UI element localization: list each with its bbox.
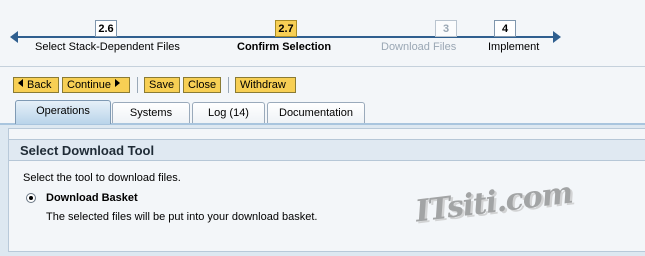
tab-documentation[interactable]: Documentation [267, 102, 365, 124]
tab-strip: Operations Systems Log (14) Documentatio… [0, 100, 645, 124]
download-basket-radio[interactable] [26, 193, 36, 203]
back-button[interactable]: Back [13, 77, 59, 93]
toolbar-separator [228, 77, 229, 93]
roadmap-step-label-2-7[interactable]: Confirm Selection [237, 41, 331, 53]
roadmap-step-label-3: Download Files [381, 41, 457, 53]
roadmap-left-arrow-icon[interactable] [10, 31, 18, 43]
tab-operations[interactable]: Operations [15, 100, 111, 124]
back-button-label: Back [27, 79, 52, 91]
save-button[interactable]: Save [144, 77, 180, 93]
continue-button[interactable]: Continue [62, 77, 130, 93]
roadmap: 2.6 Select Stack-Dependent Files 2.7 Con… [0, 0, 645, 66]
section-title: Select Download Tool [20, 143, 155, 158]
roadmap-divider [0, 66, 645, 67]
roadmap-step-number-2-6[interactable]: 2.6 [95, 20, 117, 37]
toolbar-separator [137, 77, 138, 93]
close-button[interactable]: Close [183, 77, 221, 93]
download-basket-label[interactable]: Download Basket [46, 192, 138, 204]
roadmap-step-number-2-7[interactable]: 2.7 [275, 20, 297, 37]
continue-button-label: Continue [67, 79, 112, 91]
roadmap-right-arrow-icon[interactable] [553, 31, 561, 43]
section-instruction: Select the tool to download files. [23, 172, 181, 184]
roadmap-step-number-4[interactable]: 4 [494, 20, 516, 37]
tab-log[interactable]: Log (14) [192, 102, 265, 124]
withdraw-button[interactable]: Withdraw [235, 77, 296, 93]
tab-systems[interactable]: Systems [112, 102, 190, 124]
roadmap-step-label-2-6[interactable]: Select Stack-Dependent Files [35, 41, 180, 53]
roadmap-step-number-3: 3 [435, 20, 457, 37]
back-arrow-icon [18, 79, 23, 87]
continue-arrow-icon [115, 79, 121, 87]
roadmap-step-label-4[interactable]: Implement [488, 41, 539, 53]
download-basket-description: The selected files will be put into your… [46, 211, 318, 223]
